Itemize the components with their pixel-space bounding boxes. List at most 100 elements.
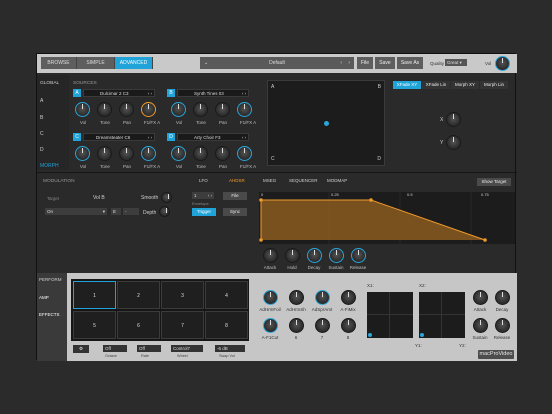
macro-6-knob[interactable]	[289, 318, 304, 333]
tab-morph-lin[interactable]: Morph Lin	[480, 81, 508, 89]
macro-8-knob[interactable]	[341, 318, 356, 333]
tab-amp[interactable]: AMP	[39, 295, 49, 300]
mode-browse-button[interactable]: BROWSE	[41, 57, 77, 69]
source-a-tone-knob[interactable]	[97, 102, 112, 117]
sidebar-item-b[interactable]: B	[40, 115, 43, 121]
tab-effects[interactable]: EFFECTS	[39, 312, 60, 317]
source-c-header[interactable]: Dreamsteater C6 ‹ ›	[83, 133, 155, 141]
tab-ahdsr[interactable]: AHDSR	[229, 178, 245, 183]
show-target-button[interactable]: Show Target	[477, 178, 511, 186]
tab-mseg[interactable]: MSEG	[263, 178, 276, 183]
save-button[interactable]: Save	[375, 57, 395, 69]
tab-perform[interactable]: PERFORM	[39, 277, 62, 282]
mod-e-select[interactable]: E	[111, 208, 121, 215]
tab-sequencer[interactable]: SEQUENCER	[289, 178, 318, 183]
xfade-y-knob[interactable]	[446, 135, 461, 150]
quality-select[interactable]: Great ▾	[445, 59, 467, 66]
macro-7-knob[interactable]	[315, 318, 330, 333]
mod-depth-knob[interactable]	[159, 206, 170, 217]
macro-3-knob[interactable]	[315, 290, 330, 305]
pad-7[interactable]: 7	[161, 311, 204, 339]
pad-2[interactable]: 2	[117, 281, 160, 309]
source-b-tone-knob[interactable]	[193, 102, 208, 117]
sidebar-item-c[interactable]: C	[40, 131, 44, 137]
source-d-tag[interactable]: D	[167, 133, 175, 141]
perform-xy-pad-2[interactable]	[419, 292, 465, 338]
macro-1-knob[interactable]	[263, 290, 278, 305]
mod-on-select[interactable]: On ▾	[45, 208, 107, 215]
perform-xy-pad-1[interactable]	[367, 292, 413, 338]
env-release-knob[interactable]	[351, 248, 366, 263]
tab-xfade-lin[interactable]: XFade Lin	[422, 81, 450, 89]
preset-selector[interactable]: ⌄ Default ‹ ›	[200, 57, 354, 69]
sidebar-item-a[interactable]: A	[40, 98, 43, 104]
file-button[interactable]: File	[357, 57, 373, 69]
swap-vol-select[interactable]: -6 dB	[215, 345, 245, 352]
tab-morph-xy[interactable]: Morph XY	[451, 81, 479, 89]
prev-preset-icon[interactable]: ‹	[340, 57, 342, 69]
amp-sustain-knob[interactable]	[473, 318, 488, 333]
pad-1[interactable]: 1	[73, 281, 116, 309]
sidebar-item-d[interactable]: D	[40, 147, 44, 153]
source-a-vol-knob[interactable]	[75, 102, 90, 117]
mod-dash-select[interactable]: -	[123, 208, 139, 215]
tab-lfo[interactable]: LFO	[199, 178, 208, 183]
mode-simple-button[interactable]: SIMPLE	[77, 57, 115, 69]
source-a-arrows-icon[interactable]: ‹ ›	[148, 90, 152, 97]
sync-button[interactable]: Sync	[223, 208, 247, 216]
source-b-arrows-icon[interactable]: ‹ ›	[242, 90, 246, 97]
source-c-fx-knob[interactable]	[141, 146, 156, 161]
source-d-pan-knob[interactable]	[215, 146, 230, 161]
tab-xfade-xy[interactable]: XFade XY	[393, 81, 421, 89]
amp-release-knob[interactable]	[495, 318, 510, 333]
octave-select[interactable]: Off	[103, 345, 127, 352]
settings-gear-icon[interactable]: ⚙	[73, 345, 89, 353]
env-decay-knob[interactable]	[307, 248, 322, 263]
sidebar-global-label[interactable]: GLOBAL	[40, 81, 59, 86]
source-b-pan-knob[interactable]	[215, 102, 230, 117]
source-b-fx-knob[interactable]	[237, 102, 252, 117]
source-d-header[interactable]: Arty Choir F3 ‹ ›	[177, 133, 249, 141]
source-a-tag[interactable]: A	[73, 89, 81, 97]
env-sustain-knob[interactable]	[329, 248, 344, 263]
xy1-cursor[interactable]	[368, 333, 372, 337]
mode-advanced-button[interactable]: ADVANCED	[115, 57, 153, 69]
source-c-arrows-icon[interactable]: ‹ ›	[148, 134, 152, 141]
save-as-button[interactable]: Save As	[397, 57, 423, 69]
pad-5[interactable]: 5	[73, 311, 116, 339]
source-c-vol-knob[interactable]	[75, 146, 90, 161]
xy-cursor[interactable]	[324, 121, 329, 126]
envelope-select[interactable]: 1 ‹ ›	[192, 192, 214, 199]
macro-2-knob[interactable]	[289, 290, 304, 305]
rate-select[interactable]: Off	[137, 345, 161, 352]
pad-6[interactable]: 6	[117, 311, 160, 339]
env-hold-knob[interactable]	[285, 248, 300, 263]
env-attack-knob[interactable]	[263, 248, 278, 263]
pad-8[interactable]: 8	[205, 311, 248, 339]
source-a-header[interactable]: Dulcimar 2 C3 ‹ ›	[83, 89, 155, 97]
master-volume-knob[interactable]	[495, 56, 510, 71]
source-a-fx-knob[interactable]	[141, 102, 156, 117]
macro-5-knob[interactable]	[263, 318, 278, 333]
source-d-vol-knob[interactable]	[171, 146, 186, 161]
source-c-pan-knob[interactable]	[119, 146, 134, 161]
sidebar-item-morph[interactable]: MORPH	[40, 163, 59, 169]
morph-xy-pad[interactable]: A B C D	[267, 80, 385, 166]
tab-modmap[interactable]: MODMAP	[327, 178, 347, 183]
next-preset-icon[interactable]: ›	[348, 57, 350, 69]
source-b-header[interactable]: Synth Tines 03 ‹ ›	[177, 89, 249, 97]
xy2-cursor[interactable]	[420, 333, 424, 337]
macro-4-knob[interactable]	[341, 290, 356, 305]
xfade-x-knob[interactable]	[446, 112, 461, 127]
wheel-select[interactable]: Control7	[171, 345, 203, 352]
amp-attack-knob[interactable]	[473, 290, 488, 305]
trigger-button[interactable]: Trigger	[192, 208, 216, 216]
source-d-arrows-icon[interactable]: ‹ ›	[242, 134, 246, 141]
amp-decay-knob[interactable]	[495, 290, 510, 305]
source-b-tag[interactable]: B	[167, 89, 175, 97]
pad-3[interactable]: 3	[161, 281, 204, 309]
env-file-button[interactable]: File	[223, 192, 247, 200]
source-c-tone-knob[interactable]	[97, 146, 112, 161]
pad-4[interactable]: 4	[205, 281, 248, 309]
source-d-fx-knob[interactable]	[237, 146, 252, 161]
